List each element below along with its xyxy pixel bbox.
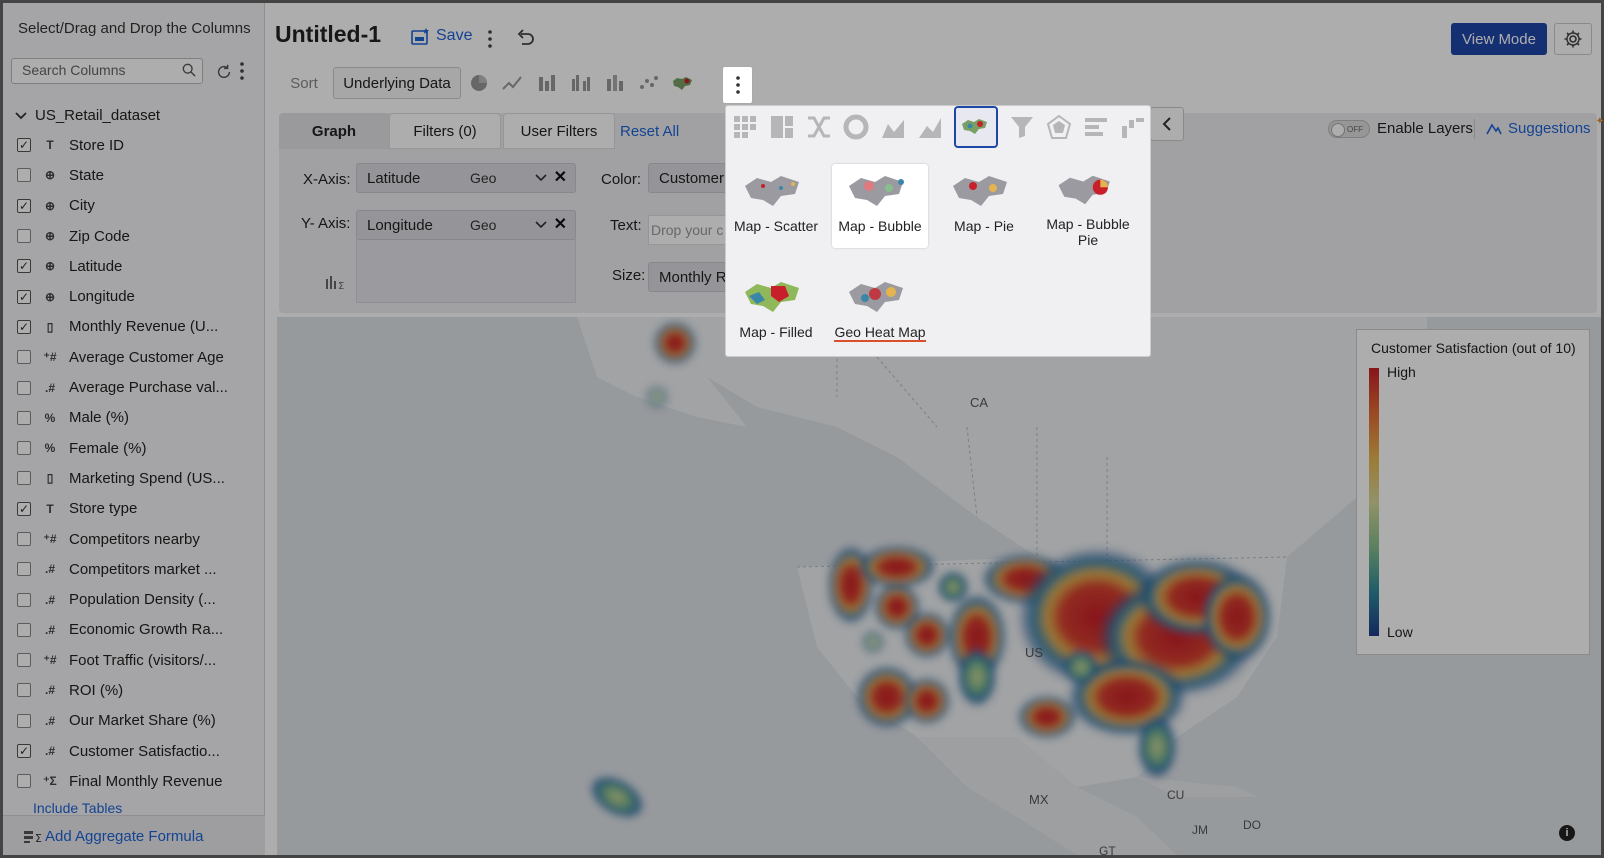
map-thumbnail-icon — [1058, 175, 1110, 205]
map-type-label: Map - Scatter — [733, 218, 819, 234]
area-chart-icon[interactable] — [880, 114, 906, 140]
map-type-label: Map - Bubble — [838, 218, 922, 234]
radar-icon[interactable] — [1046, 114, 1072, 140]
stacked-area-icon[interactable] — [917, 114, 943, 140]
map-type-option[interactable]: Map - Bubble — [832, 164, 928, 248]
treemap-icon[interactable] — [769, 114, 795, 140]
map-type-option[interactable]: Map - Bubble Pie — [1040, 164, 1136, 248]
map-type-option[interactable]: Map - Scatter — [728, 164, 824, 248]
waterfall-icon[interactable] — [1120, 114, 1146, 140]
chart-type-popup: Map - Scatter Map - Bubble Map - Pie Map - … — [725, 105, 1151, 357]
chart-type-icons — [726, 106, 1152, 148]
map-type-option[interactable]: Geo Heat Map — [832, 270, 928, 354]
map-thumbnail-icon — [745, 176, 799, 206]
map-thumbnail-icon — [745, 282, 799, 312]
world-map-icon — [962, 119, 987, 134]
table-icon[interactable] — [1083, 114, 1109, 140]
map-type-label: Map - Pie — [954, 218, 1014, 234]
map-type-label: Geo Heat Map — [834, 324, 926, 342]
more-vertical-icon — [735, 76, 740, 94]
geo-map-type-icon[interactable] — [954, 106, 998, 148]
funnel-icon[interactable] — [1009, 114, 1035, 140]
map-type-label: Map - Bubble Pie — [1046, 216, 1130, 248]
map-thumbnail-icon — [953, 176, 1007, 206]
sankey-icon[interactable] — [806, 114, 832, 140]
map-type-option[interactable]: Map - Filled — [728, 270, 824, 354]
donut-icon[interactable] — [843, 114, 869, 140]
heatmap-grid-icon[interactable] — [732, 114, 758, 140]
map-type-label: Map - Filled — [739, 324, 813, 340]
map-thumbnail-icon — [849, 282, 903, 312]
more-chart-types-button[interactable] — [722, 66, 753, 104]
map-thumbnail-icon — [849, 176, 904, 206]
map-type-option[interactable]: Map - Pie — [936, 164, 1032, 248]
